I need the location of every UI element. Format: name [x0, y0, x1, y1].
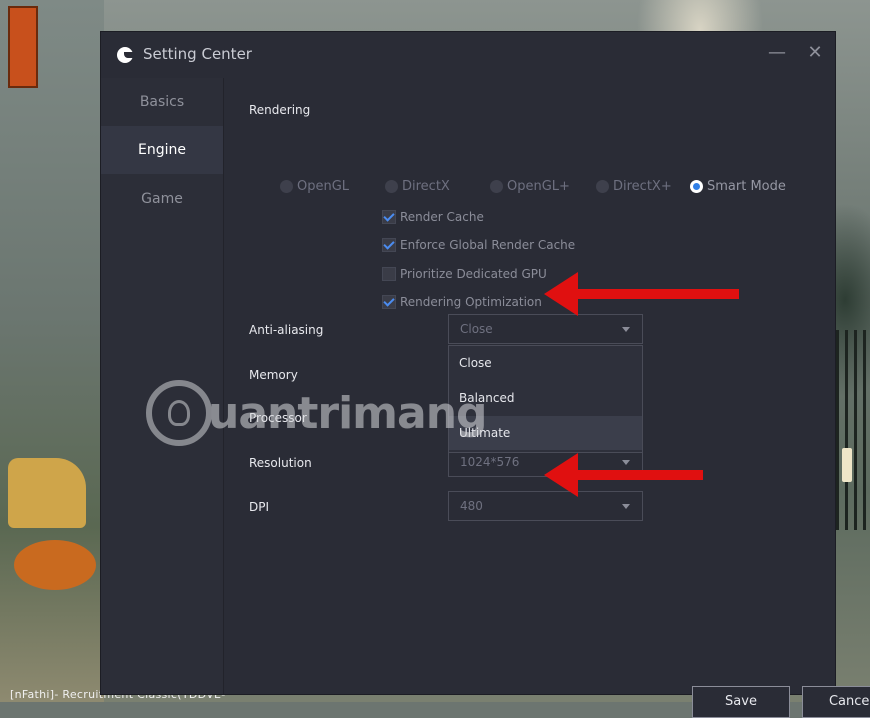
sidebar-item-game[interactable]: Game — [101, 175, 223, 223]
sidebar-item-engine[interactable]: Engine — [101, 126, 223, 174]
radio-smart-mode[interactable]: Smart Mode — [690, 179, 786, 194]
annotation-arrow-icon — [544, 272, 578, 316]
radio-circle-icon — [490, 180, 503, 193]
checkmark-icon — [382, 295, 396, 309]
checkbox-prioritize-dedicated-gpu[interactable]: Prioritize Dedicated GPU — [382, 267, 547, 281]
radio-circle-icon — [385, 180, 398, 193]
window-title: Setting Center — [143, 45, 252, 63]
watermark: uantrimang — [146, 380, 488, 446]
chevron-down-icon — [622, 460, 630, 465]
radio-directx-plus[interactable]: DirectX+ — [596, 179, 672, 194]
checkbox-render-cache[interactable]: Render Cache — [382, 210, 484, 224]
save-button[interactable]: Save — [692, 686, 790, 718]
cancel-button[interactable]: Cancel — [802, 686, 870, 718]
chevron-down-icon — [622, 327, 630, 332]
checkbox-empty-icon — [382, 267, 396, 281]
radio-opengl[interactable]: OpenGL — [280, 179, 349, 194]
radio-circle-icon — [280, 180, 293, 193]
app-logo-icon — [117, 47, 133, 63]
title-bar[interactable]: Setting Center — ✕ — [101, 32, 835, 78]
background-sign — [8, 6, 38, 88]
watermark-text: uantrimang — [208, 387, 488, 439]
setting-center-dialog: Setting Center — ✕ Basics Engine Game Re… — [101, 32, 870, 718]
close-button[interactable]: ✕ — [805, 42, 825, 64]
anti-aliasing-label: Anti-aliasing — [249, 323, 324, 337]
background-pumpkin — [14, 540, 96, 590]
checkbox-rendering-optimization[interactable]: Rendering Optimization — [382, 295, 542, 309]
radio-selected-icon — [690, 180, 703, 193]
radio-circle-icon — [596, 180, 609, 193]
lightbulb-icon — [146, 380, 212, 446]
annotation-arrow-shaft — [575, 289, 739, 299]
background-car — [8, 458, 86, 528]
checkmark-icon — [382, 238, 396, 252]
minimize-button[interactable]: — — [767, 44, 787, 64]
rendering-label: Rendering — [249, 103, 311, 117]
radio-directx[interactable]: DirectX — [385, 179, 450, 194]
checkbox-enforce-global-render-cache[interactable]: Enforce Global Render Cache — [382, 238, 575, 252]
dpi-label: DPI — [249, 500, 270, 514]
radio-opengl-plus[interactable]: OpenGL+ — [490, 179, 570, 194]
sidebar-item-basics[interactable]: Basics — [101, 78, 223, 126]
checkmark-icon — [382, 210, 396, 224]
annotation-arrow-icon — [544, 453, 578, 497]
resolution-label: Resolution — [249, 456, 312, 470]
background-fence — [836, 330, 870, 530]
anti-aliasing-select[interactable]: Close — [448, 314, 643, 344]
background-scene-left — [0, 0, 104, 702]
background-candle — [842, 448, 852, 482]
annotation-arrow-shaft — [575, 470, 703, 480]
dropdown-option-close[interactable]: Close — [449, 346, 642, 380]
chevron-down-icon — [622, 504, 630, 509]
